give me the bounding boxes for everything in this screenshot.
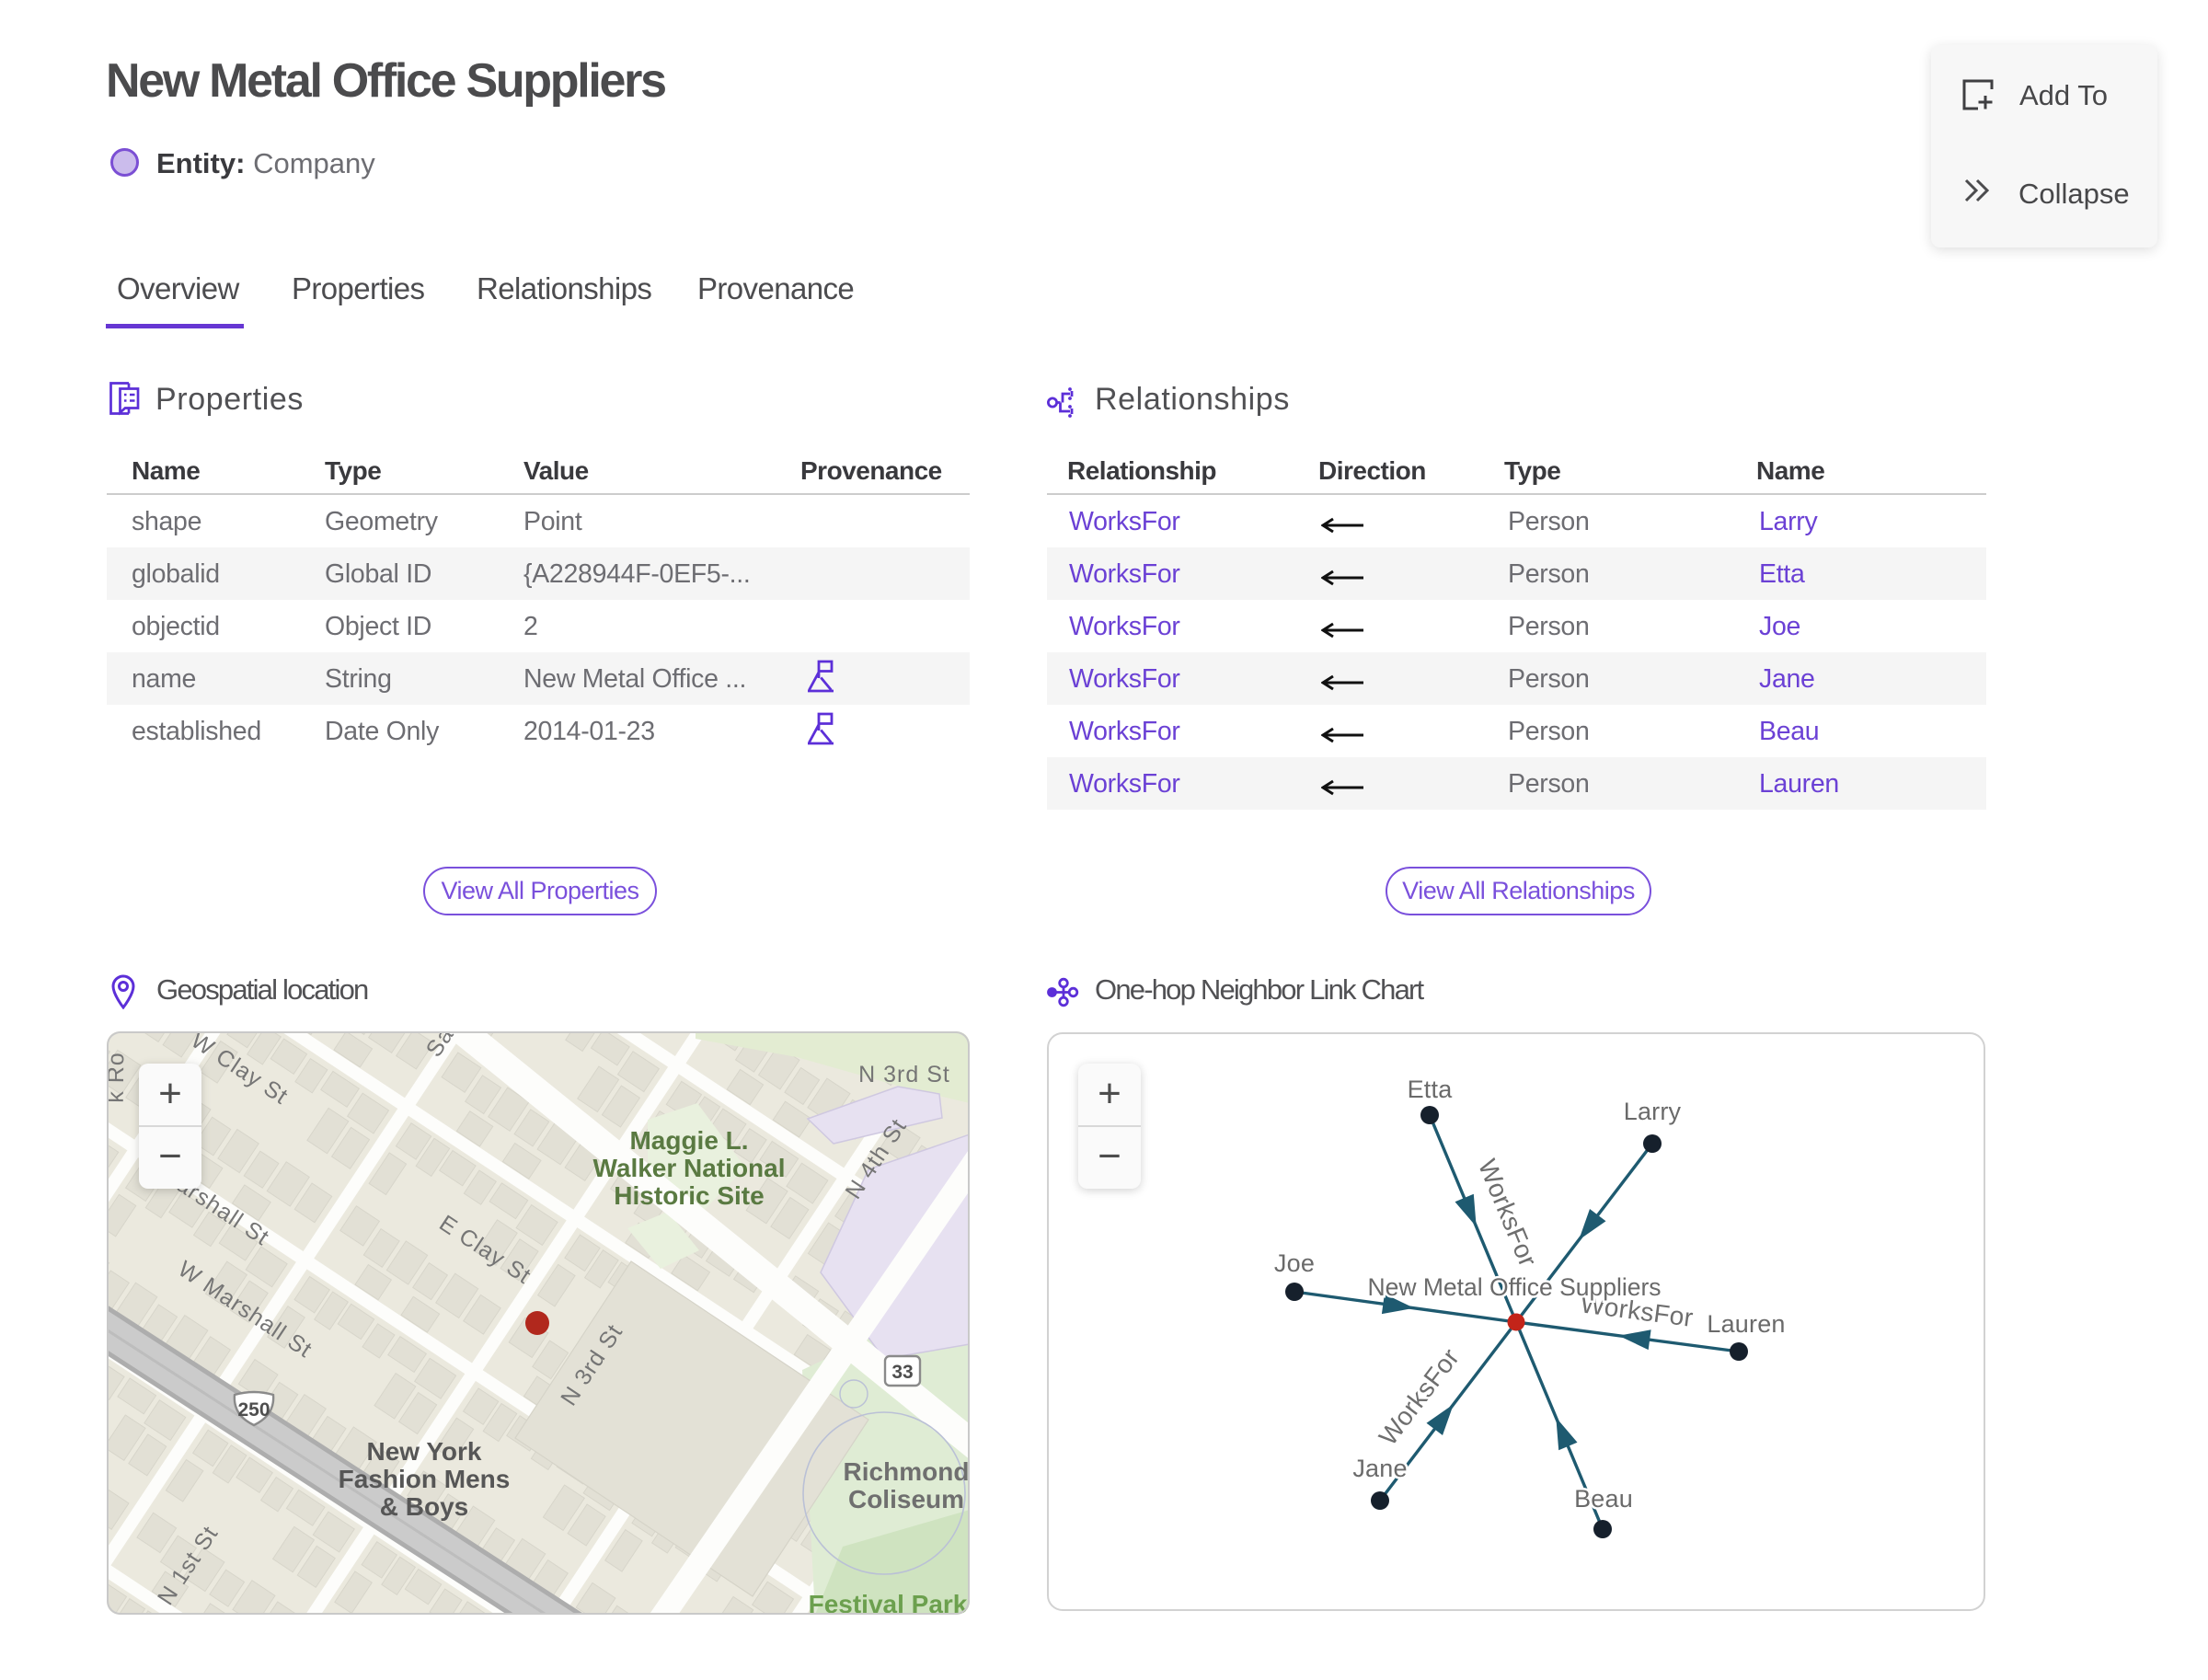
svg-text:Etta: Etta — [1408, 1076, 1454, 1103]
svg-text:250: 250 — [237, 1399, 270, 1421]
svg-text:Joe: Joe — [1274, 1249, 1315, 1277]
svg-text:Richmond: Richmond — [844, 1457, 970, 1486]
svg-text:Larry: Larry — [1624, 1098, 1682, 1125]
svg-text:Historic Site: Historic Site — [614, 1181, 764, 1210]
svg-text:Jane: Jane — [1352, 1455, 1407, 1482]
svg-text:Walker National: Walker National — [592, 1154, 785, 1182]
svg-text:Coliseum: Coliseum — [848, 1485, 964, 1513]
svg-text:Festival Park: Festival Park — [809, 1590, 968, 1615]
svg-text:& Boys: & Boys — [380, 1492, 468, 1521]
svg-text:Lauren: Lauren — [1707, 1310, 1785, 1338]
svg-text:New York: New York — [366, 1437, 481, 1466]
svg-text:Fashion Mens: Fashion Mens — [339, 1465, 511, 1493]
svg-text:k Ro: k Ro — [107, 1052, 129, 1103]
svg-text:N 3rd St: N 3rd St — [858, 1062, 950, 1087]
svg-text:Maggie L.: Maggie L. — [629, 1126, 748, 1155]
svg-text:Beau: Beau — [1574, 1485, 1633, 1513]
svg-text:New Metal Office Suppliers: New Metal Office Suppliers — [1367, 1273, 1661, 1301]
svg-text:33: 33 — [891, 1362, 913, 1383]
